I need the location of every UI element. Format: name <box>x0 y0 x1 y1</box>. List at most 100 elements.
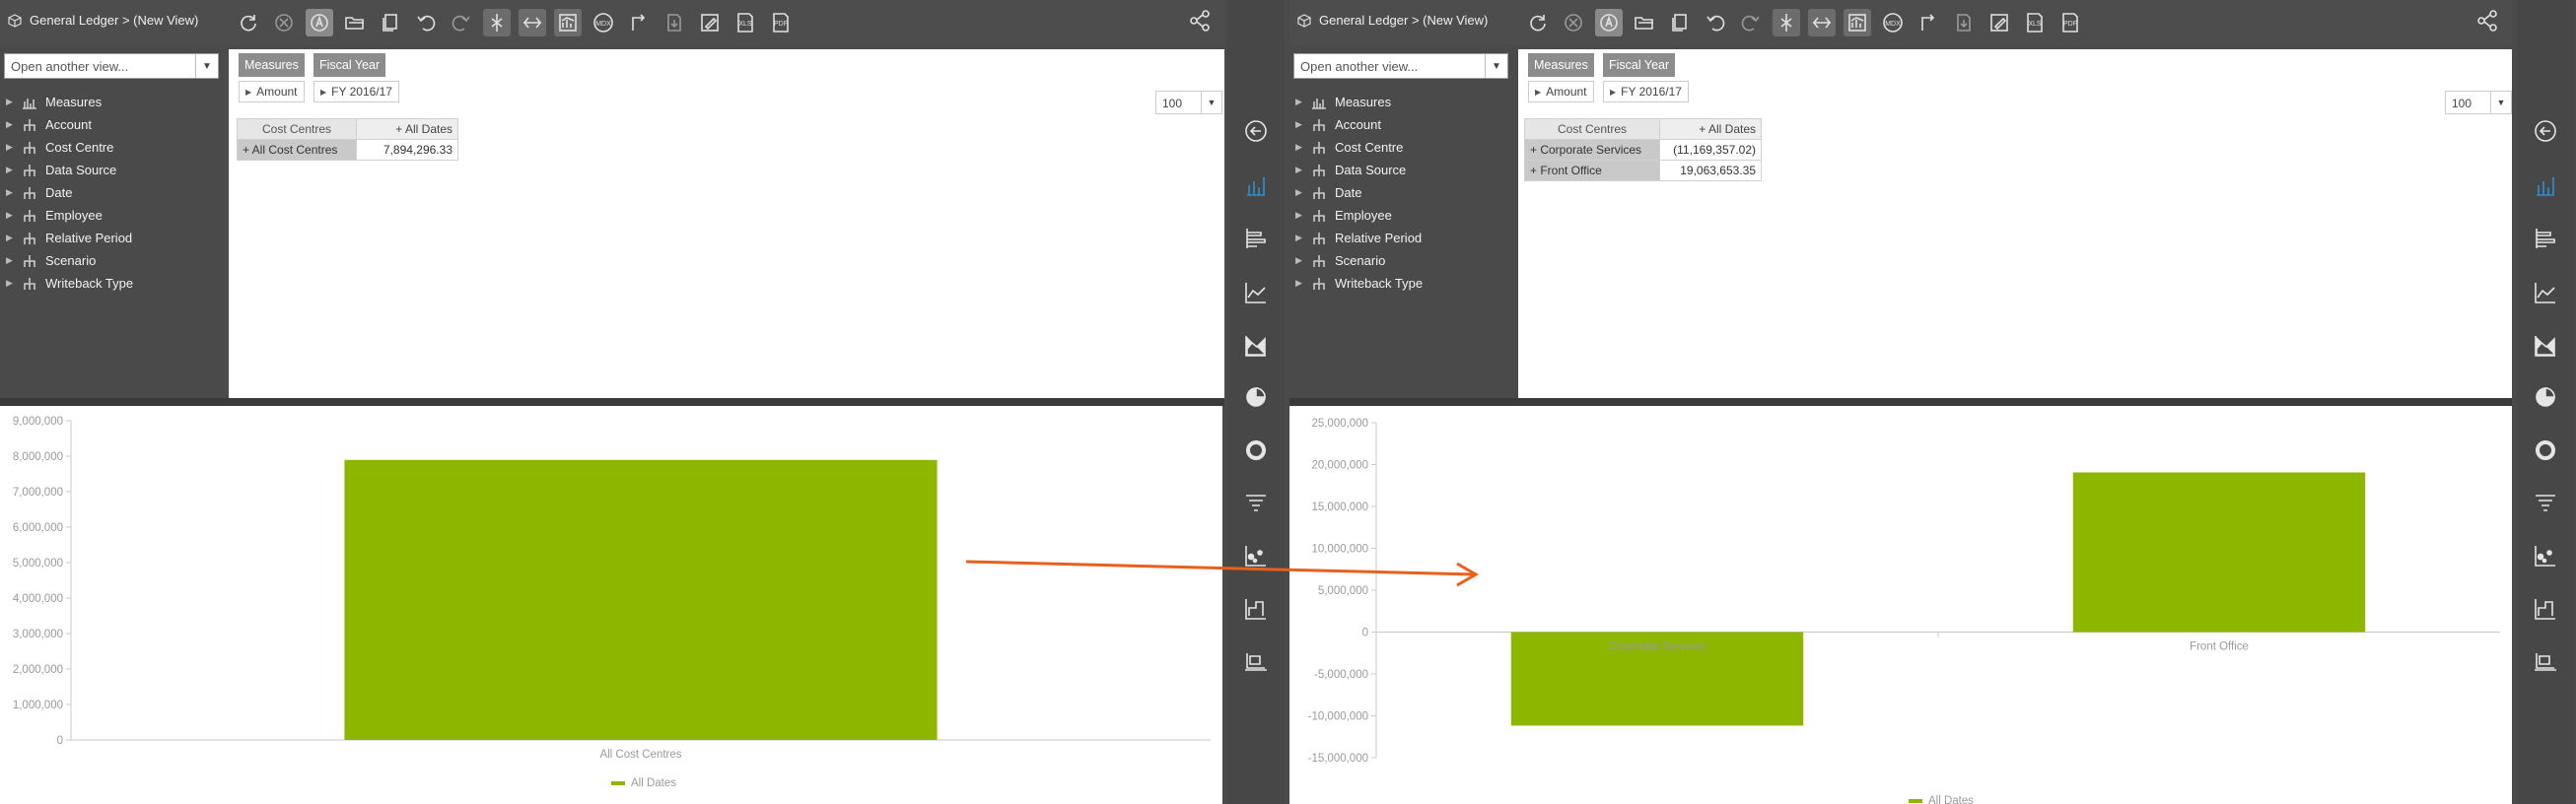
value-cell[interactable]: 7,894,296.33 <box>356 139 458 161</box>
expand-arrow-icon[interactable]: ▶ <box>1295 142 1311 153</box>
area-chart-icon[interactable] <box>2531 331 2560 361</box>
tree-item-employee[interactable]: ▶ Employee <box>6 204 133 227</box>
xls-icon[interactable]: XLS <box>731 9 759 36</box>
tree-item-account[interactable]: ▶ Account <box>6 113 133 136</box>
expand-arrow-icon[interactable]: ▶ <box>1295 187 1311 198</box>
export-icon[interactable] <box>661 9 688 36</box>
tree-item-data-source[interactable]: ▶ Data Source <box>1295 159 1423 181</box>
expand-arrow-icon[interactable]: ▶ <box>1295 165 1311 175</box>
row-label-cell[interactable]: + Corporate Services <box>1524 139 1660 161</box>
bar-chart-icon[interactable] <box>1241 224 1271 253</box>
measure-value-chip[interactable]: ▶ Amount <box>239 81 305 102</box>
tree-item-employee[interactable]: ▶ Employee <box>1295 204 1423 227</box>
tree-item-writeback-type[interactable]: ▶ Writeback Type <box>1295 272 1423 295</box>
column-chart-icon[interactable] <box>1241 171 1271 201</box>
pdf-icon[interactable]: PDF <box>767 9 795 36</box>
auto-icon[interactable] <box>1595 9 1623 36</box>
expand-arrow-icon[interactable]: ▶ <box>6 97 22 107</box>
xls-icon[interactable]: XLS <box>2021 9 2049 36</box>
pdf-icon[interactable]: PDF <box>2056 9 2084 36</box>
line-chart-icon[interactable] <box>1241 278 1271 307</box>
back-icon[interactable] <box>2531 116 2560 146</box>
step-chart-icon[interactable] <box>2531 594 2560 624</box>
undo-icon[interactable] <box>1702 9 1729 36</box>
cancel-icon[interactable] <box>270 9 298 36</box>
expand-arrow-icon[interactable]: ▶ <box>6 187 22 198</box>
chevron-down-icon[interactable]: ▼ <box>1201 92 1221 113</box>
column-header-cell[interactable]: + All Dates <box>356 118 458 140</box>
scatter-chart-icon[interactable] <box>1241 541 1271 570</box>
share-icon[interactable] <box>1187 8 1217 37</box>
chevron-down-icon[interactable]: ▼ <box>1485 54 1507 78</box>
chart-icon[interactable] <box>554 9 582 36</box>
row-header-cell[interactable]: Cost Centres <box>1524 118 1660 140</box>
tree-item-cost-centre[interactable]: ▶ Cost Centre <box>6 136 133 159</box>
pie-chart-icon[interactable] <box>2531 382 2560 412</box>
expand-arrow-icon[interactable]: ▶ <box>6 210 22 221</box>
breadcrumb[interactable]: General Ledger > (New View) <box>8 13 198 28</box>
bar-chart-icon[interactable] <box>2531 224 2560 253</box>
value-cell[interactable]: 19,063,653.35 <box>1659 160 1762 181</box>
swap-icon[interactable] <box>625 9 653 36</box>
area-chart-icon[interactable] <box>1241 331 1271 361</box>
funnel-chart-icon[interactable] <box>1241 489 1271 518</box>
swap-icon[interactable] <box>1915 9 1942 36</box>
mdx-icon[interactable]: MDX <box>590 9 617 36</box>
open-folder-icon[interactable] <box>1631 9 1658 36</box>
expand-arrow-icon[interactable]: ▶ <box>1295 255 1311 266</box>
back-icon[interactable] <box>1241 116 1271 146</box>
column-chart-icon[interactable] <box>2531 171 2560 201</box>
rows-per-page-select[interactable]: 100 ▼ <box>1155 91 1222 114</box>
collapse-icon[interactable] <box>483 9 511 36</box>
rows-per-page-select[interactable]: 100 ▼ <box>2445 91 2512 114</box>
expand-arrow-icon[interactable]: ▶ <box>6 119 22 130</box>
expand-arrow-icon[interactable]: ▶ <box>6 255 22 266</box>
refresh-icon[interactable] <box>235 9 262 36</box>
tree-item-relative-period[interactable]: ▶ Relative Period <box>1295 227 1423 249</box>
tree-item-cost-centre[interactable]: ▶ Cost Centre <box>1295 136 1423 159</box>
tree-item-measures[interactable]: ▶ Measures <box>1295 91 1423 113</box>
expand-arrow-icon[interactable]: ▶ <box>1295 278 1311 289</box>
collapse-icon[interactable] <box>1773 9 1800 36</box>
expand-arrow-icon[interactable]: ▶ <box>6 278 22 289</box>
mdx-icon[interactable]: MDX <box>1879 9 1907 36</box>
tree-item-date[interactable]: ▶ Date <box>1295 181 1423 204</box>
redo-icon[interactable] <box>448 9 475 36</box>
funnel-chart-icon[interactable] <box>2531 489 2560 518</box>
expand-arrow-icon[interactable]: ▶ <box>6 165 22 175</box>
cancel-icon[interactable] <box>1560 9 1587 36</box>
edit-icon[interactable] <box>696 9 724 36</box>
expand-arrow-icon[interactable]: ▶ <box>6 233 22 243</box>
expand-icon[interactable] <box>519 9 546 36</box>
tree-item-scenario[interactable]: ▶ Scenario <box>1295 249 1423 272</box>
chevron-down-icon[interactable]: ▼ <box>195 54 218 78</box>
refresh-icon[interactable] <box>1524 9 1552 36</box>
tree-item-scenario[interactable]: ▶ Scenario <box>6 249 133 272</box>
expand-arrow-icon[interactable]: ▶ <box>6 142 22 153</box>
export-icon[interactable] <box>1950 9 1978 36</box>
column-header-cell[interactable]: + All Dates <box>1659 118 1762 140</box>
tree-item-account[interactable]: ▶ Account <box>1295 113 1423 136</box>
tree-item-relative-period[interactable]: ▶ Relative Period <box>6 227 133 249</box>
tree-item-date[interactable]: ▶ Date <box>6 181 133 204</box>
measures-chip[interactable]: Measures <box>1528 53 1594 77</box>
copy-icon[interactable] <box>377 9 404 36</box>
tree-item-data-source[interactable]: ▶ Data Source <box>6 159 133 181</box>
expand-arrow-icon[interactable]: ▶ <box>1295 233 1311 243</box>
view-selector[interactable]: Open another view... ▼ <box>1293 53 1508 79</box>
scatter-chart-icon[interactable] <box>2531 541 2560 570</box>
display-icon[interactable] <box>1241 646 1271 676</box>
chart-icon[interactable] <box>1844 9 1871 36</box>
row-label-cell[interactable]: + Front Office <box>1524 160 1660 181</box>
fiscal-year-chip[interactable]: Fiscal Year <box>313 53 386 77</box>
fiscal-year-chip[interactable]: Fiscal Year <box>1603 53 1676 77</box>
chevron-down-icon[interactable]: ▼ <box>2490 92 2511 113</box>
value-cell[interactable]: (11,169,357.02) <box>1659 139 1762 161</box>
tree-item-writeback-type[interactable]: ▶ Writeback Type <box>6 272 133 295</box>
row-header-cell[interactable]: Cost Centres <box>237 118 357 140</box>
open-folder-icon[interactable] <box>341 9 369 36</box>
measures-chip[interactable]: Measures <box>239 53 305 77</box>
tree-item-measures[interactable]: ▶ Measures <box>6 91 133 113</box>
expand-arrow-icon[interactable]: ▶ <box>1295 97 1311 107</box>
donut-chart-icon[interactable] <box>1241 436 1271 465</box>
